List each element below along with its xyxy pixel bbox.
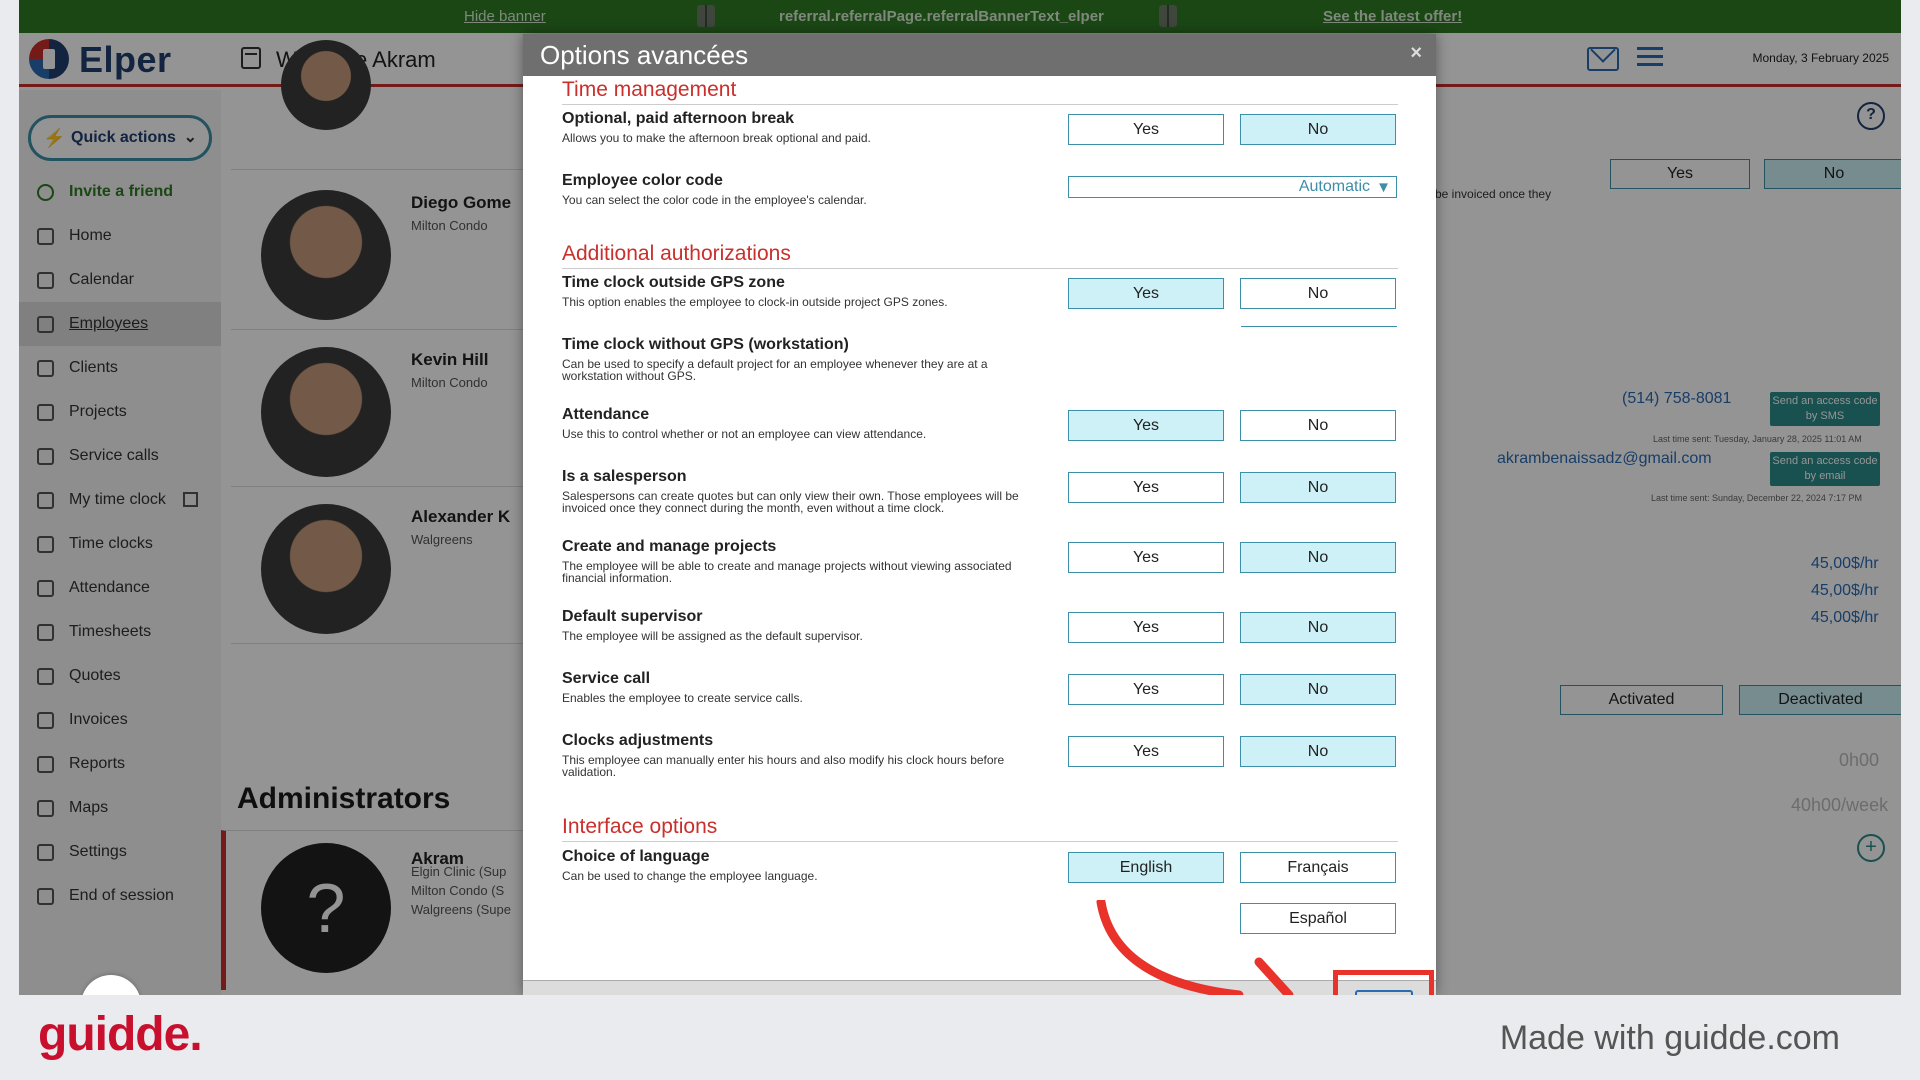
- app-stage: Hide banner referral.referralPage.referr…: [19, 0, 1901, 995]
- option-desc: The employee will be able to create and …: [562, 559, 1012, 585]
- annotation-arrow: [1096, 900, 1294, 995]
- supervisor-no-button[interactable]: No: [1240, 612, 1396, 643]
- option-service-call: Service call Enables the employee to cre…: [562, 670, 1042, 704]
- salesperson-yes-button[interactable]: Yes: [1068, 472, 1224, 503]
- option-desc: You can select the color code in the emp…: [562, 193, 867, 207]
- option-desc: This option enables the employee to cloc…: [562, 295, 948, 309]
- option-title: Optional, paid afternoon break: [562, 110, 795, 127]
- gps-zone-no-button[interactable]: No: [1240, 278, 1396, 309]
- option-salesperson: Is a salesperson Salespersons can create…: [562, 468, 1032, 514]
- guidde-footer: guidde. Made with guidde.com: [0, 995, 1920, 1080]
- break-no-button[interactable]: No: [1240, 114, 1396, 145]
- option-gps-zone: Time clock outside GPS zone This option …: [562, 274, 1042, 308]
- language-english-button[interactable]: English: [1068, 852, 1224, 883]
- projects-no-button[interactable]: No: [1240, 542, 1396, 573]
- option-title: Clocks adjustments: [562, 732, 714, 749]
- option-desc: Allows you to make the afternoon break o…: [562, 131, 871, 145]
- break-yes-button[interactable]: Yes: [1068, 114, 1224, 145]
- option-desc: Can be used to specify a default project…: [562, 357, 988, 383]
- option-title: Is a salesperson: [562, 468, 687, 485]
- option-default-supervisor: Default supervisor The employee will be …: [562, 608, 1042, 642]
- color-code-select[interactable]: Automatic ▼: [1068, 176, 1397, 198]
- service-call-no-button[interactable]: No: [1240, 674, 1396, 705]
- option-color-code: Employee color code You can select the c…: [562, 172, 1042, 206]
- gps-zone-yes-button[interactable]: Yes: [1068, 278, 1224, 309]
- option-title: Time clock without GPS (workstation): [562, 336, 849, 353]
- modal-header: Options avancées ×: [523, 34, 1436, 76]
- option-language: Choice of language Can be used to change…: [562, 848, 1042, 882]
- caret-down-icon: ▼: [1376, 179, 1391, 196]
- option-title: Attendance: [562, 406, 650, 423]
- close-icon[interactable]: ×: [1410, 42, 1422, 65]
- adjustments-yes-button[interactable]: Yes: [1068, 736, 1224, 767]
- option-desc: The employee will be assigned as the def…: [562, 629, 863, 643]
- option-afternoon-break: Optional, paid afternoon break Allows yo…: [562, 110, 1042, 144]
- option-title: Time clock outside GPS zone: [562, 274, 785, 291]
- supervisor-yes-button[interactable]: Yes: [1068, 612, 1224, 643]
- option-no-gps: Time clock without GPS (workstation) Can…: [562, 336, 1032, 382]
- option-clock-adjustments: Clocks adjustments This employee can man…: [562, 732, 1012, 778]
- guidde-logo: guidde.: [38, 1008, 203, 1061]
- option-title: Default supervisor: [562, 608, 703, 625]
- service-call-yes-button[interactable]: Yes: [1068, 674, 1224, 705]
- option-desc: Salespersons can create quotes but can o…: [562, 489, 1019, 515]
- workstation-project-field[interactable]: [1241, 326, 1397, 327]
- option-desc: This employee can manually enter his hou…: [562, 753, 1005, 779]
- option-title: Employee color code: [562, 172, 723, 189]
- option-title: Create and manage projects: [562, 538, 777, 555]
- section-interface-options: Interface options: [562, 815, 1398, 842]
- made-with-text: Made with guidde.com: [1499, 1019, 1840, 1057]
- salesperson-no-button[interactable]: No: [1240, 472, 1396, 503]
- attendance-no-button[interactable]: No: [1240, 410, 1396, 441]
- section-additional-authorizations: Additional authorizations: [562, 242, 1398, 269]
- modal-title: Options avancées: [540, 39, 749, 70]
- language-french-button[interactable]: Français: [1240, 852, 1396, 883]
- advanced-options-modal: Options avancées × Time management Optio…: [523, 34, 1436, 995]
- option-projects: Create and manage projects The employee …: [562, 538, 1012, 584]
- color-code-value: Automatic: [1298, 178, 1370, 195]
- option-attendance: Attendance Use this to control whether o…: [562, 406, 1042, 440]
- option-title: Choice of language: [562, 848, 710, 865]
- option-desc: Use this to control whether or not an em…: [562, 427, 927, 441]
- option-desc: Enables the employee to create service c…: [562, 691, 803, 705]
- attendance-yes-button[interactable]: Yes: [1068, 410, 1224, 441]
- section-time-management: Time management: [562, 78, 1398, 105]
- modal-body[interactable]: Time management Optional, paid afternoon…: [523, 76, 1436, 980]
- projects-yes-button[interactable]: Yes: [1068, 542, 1224, 573]
- adjustments-no-button[interactable]: No: [1240, 736, 1396, 767]
- option-desc: Can be used to change the employee langu…: [562, 869, 818, 883]
- option-title: Service call: [562, 670, 651, 687]
